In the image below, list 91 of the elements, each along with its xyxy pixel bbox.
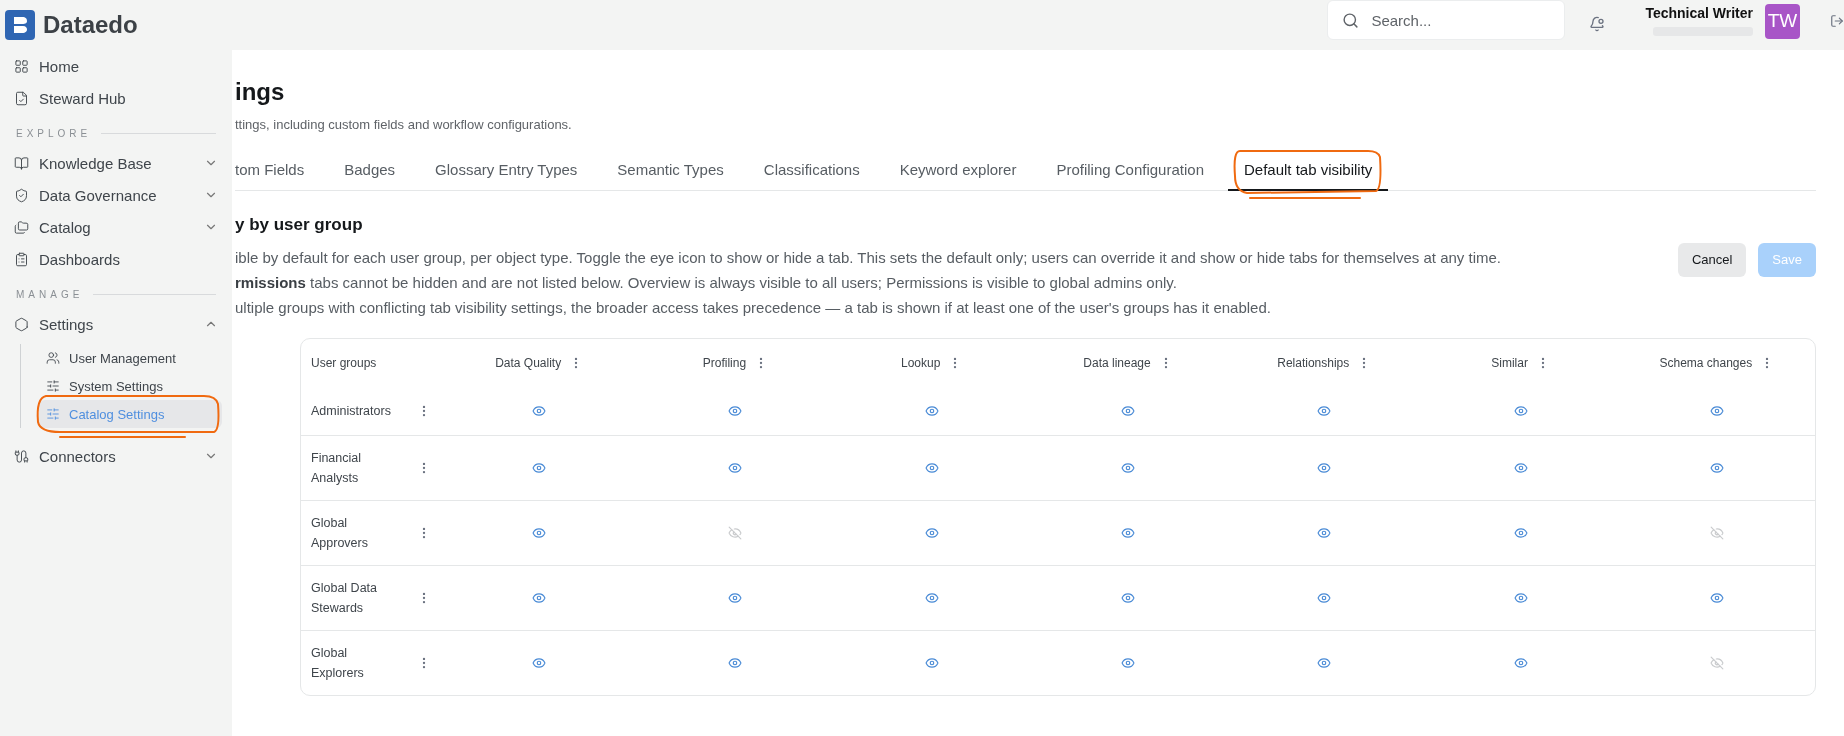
tab[interactable]: Default tab visibility	[1228, 151, 1389, 191]
page-title: ings	[235, 78, 286, 107]
eye-icon[interactable]	[924, 590, 939, 605]
eye-icon[interactable]	[1709, 403, 1724, 418]
search-icon	[1342, 11, 1360, 29]
nav-icon	[46, 351, 60, 365]
tab[interactable]: Profiling Configuration	[1040, 151, 1220, 191]
search-field[interactable]: Search...	[1327, 0, 1566, 40]
column-header: Lookup	[901, 355, 941, 370]
eye-icon[interactable]	[1317, 590, 1332, 605]
eye-icon[interactable]	[924, 525, 939, 540]
eye-icon[interactable]	[728, 655, 743, 670]
eye-icon[interactable]	[1317, 525, 1332, 540]
tab[interactable]: Semantic Types	[601, 151, 740, 191]
user-group-name: Financial Analysts	[311, 449, 363, 487]
eye-icon[interactable]	[1121, 590, 1135, 605]
column-header: Profiling	[702, 355, 747, 370]
description-text: ultiple groups with conflicting tab visibility settings, the broader access takes precedence — a tab is shown if at least one of the user's groups has it enabled.	[235, 297, 1272, 318]
description-text: ible by default for each user group, per object type. Toggle the eye icon to show or hide a tab. This sets the default only; users can override it and show or hide tabs for themselves at any time.	[235, 247, 1502, 268]
logout-icon[interactable]	[1830, 12, 1844, 30]
sidebar-item[interactable]: Catalog	[10, 211, 222, 243]
user-name: Technical Writer	[1645, 4, 1753, 21]
sidebar-item[interactable]: Settings	[10, 308, 222, 340]
eye-icon[interactable]	[1317, 655, 1332, 670]
eye-icon[interactable]	[728, 460, 743, 475]
nav-icon	[14, 155, 29, 171]
nav-icon	[14, 316, 29, 332]
eye-icon[interactable]	[1709, 460, 1724, 475]
column-header: User groups	[311, 355, 377, 370]
eye-icon[interactable]	[1513, 460, 1528, 475]
eye-icon[interactable]	[924, 460, 939, 475]
sidebar-item[interactable]: Knowledge Base	[10, 147, 222, 179]
app-logo-text: Dataedo	[43, 11, 138, 39]
user-avatar[interactable]: TW	[1765, 3, 1800, 39]
eye-icon[interactable]	[728, 590, 743, 605]
eye-icon[interactable]	[1513, 403, 1528, 418]
eye-icon[interactable]	[924, 403, 939, 418]
sidebar-item[interactable]: Steward Hub	[10, 82, 222, 114]
eye-icon[interactable]	[1709, 590, 1724, 605]
eye-icon[interactable]	[1121, 525, 1135, 540]
sidebar-subitem[interactable]: User Management	[39, 344, 222, 372]
user-group-name: Global Data Stewards	[311, 579, 378, 617]
eye-icon[interactable]	[1121, 655, 1135, 670]
sidebar-item[interactable]: Data Governance	[10, 179, 222, 211]
nav-icon	[14, 187, 29, 203]
description-text: rmissions tabs cannot be hidden and are not listed below. Overview is always visible to all users; Permissions is visible to global admins only.	[235, 272, 1178, 293]
logo-icon	[5, 10, 35, 40]
eye-icon[interactable]	[1121, 403, 1135, 418]
column-header: Data lineage	[1083, 355, 1151, 370]
nav-icon	[46, 379, 60, 393]
eye-icon[interactable]	[1317, 460, 1332, 475]
nav-section-heading: MANAGE	[10, 275, 222, 308]
nav-icon	[14, 58, 29, 74]
search-input[interactable]: Search...	[1369, 10, 1551, 30]
user-group-name: Administrators	[311, 402, 391, 420]
user-group-name: Global Approvers	[311, 514, 369, 552]
tab[interactable]: Keyword explorer	[883, 151, 1033, 191]
eye-icon[interactable]	[532, 590, 547, 605]
section-title: y by user group	[235, 214, 364, 235]
eye-icon[interactable]	[1317, 403, 1332, 418]
eye-icon[interactable]	[532, 525, 547, 540]
nav-icon	[14, 448, 29, 464]
eye-icon[interactable]	[532, 460, 547, 475]
eye-icon[interactable]	[532, 655, 547, 670]
nav-icon	[14, 219, 29, 235]
column-header: Similar	[1491, 355, 1528, 370]
eye-icon[interactable]	[1121, 460, 1135, 475]
cancel-button[interactable]: Cancel	[1677, 242, 1747, 277]
sidebar-item[interactable]: Connectors	[10, 440, 222, 472]
sidebar-item[interactable]: Home	[10, 50, 222, 82]
eye-icon[interactable]	[1513, 525, 1528, 540]
eye-icon[interactable]	[1513, 655, 1528, 670]
page-subtitle: ttings, including custom fields and workflow configurations.	[235, 116, 573, 132]
nav-icon	[14, 90, 29, 106]
nav-section-heading: EXPLORE	[10, 114, 222, 147]
user-group-name: Global Explorers	[311, 644, 365, 682]
eye-icon[interactable]	[532, 403, 547, 418]
column-header: Data Quality	[495, 355, 562, 370]
nav-icon	[46, 407, 60, 421]
tab[interactable]: Badges	[328, 151, 412, 191]
tab[interactable]: tom Fields	[235, 151, 321, 191]
eye-icon[interactable]	[1513, 590, 1528, 605]
eye-icon[interactable]	[924, 655, 939, 670]
eye-icon[interactable]	[728, 403, 743, 418]
column-header: Schema changes	[1659, 355, 1753, 370]
sidebar-subitem[interactable]: System Settings	[39, 372, 222, 400]
sidebar-item[interactable]: Dashboards	[10, 243, 222, 275]
nav-icon	[14, 251, 29, 267]
tab[interactable]: Glossary Entry Types	[419, 151, 594, 191]
column-header: Relationships	[1277, 355, 1350, 370]
tab[interactable]: Classifications	[747, 151, 876, 191]
